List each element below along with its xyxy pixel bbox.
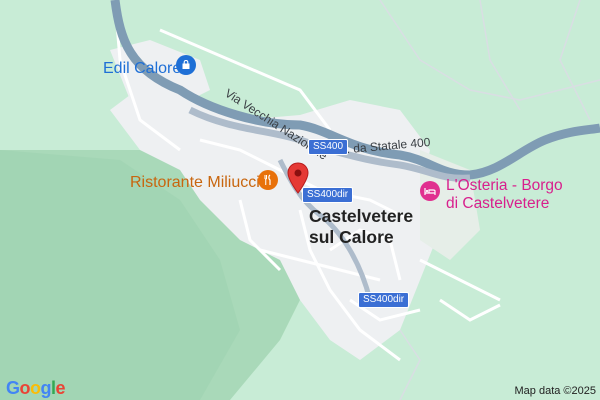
road-shield-ss400dir: SS400dir [302, 187, 354, 203]
poi-label-osteria[interactable]: L'Osteria - Borgo di Castelvetere [446, 177, 563, 213]
restaurant-icon[interactable] [258, 170, 278, 190]
town-label-line2: sul Calore [309, 227, 394, 247]
poi-label-osteria-line2: di Castelvetere [446, 195, 550, 212]
poi-label-ristorante-miliuccio[interactable]: Ristorante Miliuccio [130, 174, 269, 192]
road-shield-ss400dir: SS400dir [358, 292, 410, 308]
town-label: Castelvetere sul Calore [309, 206, 413, 248]
map-attribution[interactable]: Map data ©2025 [515, 385, 597, 397]
road-shield-ss400: SS400 [308, 139, 349, 155]
google-logo: Google [6, 378, 66, 398]
poi-label-osteria-line1: L'Osteria - Borgo [446, 177, 563, 194]
map-canvas[interactable]: Edil Calore Via Vecchia Nazionale S. da … [0, 0, 600, 400]
town-label-line1: Castelvetere [309, 206, 414, 226]
shopping-bag-icon[interactable] [176, 55, 196, 75]
hotel-icon[interactable] [420, 181, 440, 201]
location-pin-icon[interactable] [287, 162, 309, 199]
poi-label-edil-calore[interactable]: Edil Calore [103, 60, 181, 78]
